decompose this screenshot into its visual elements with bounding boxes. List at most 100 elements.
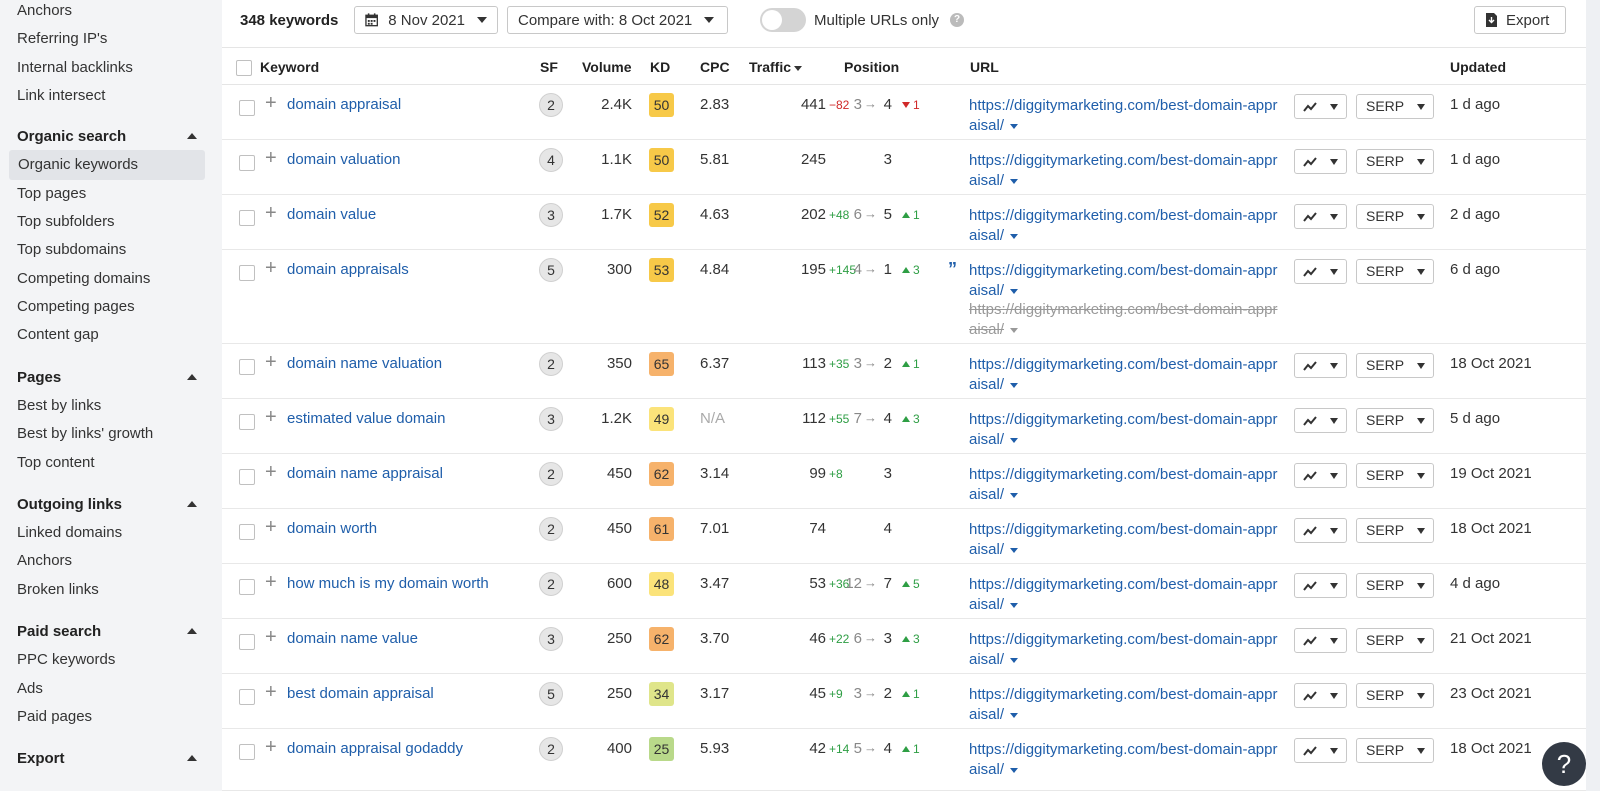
position-history-button[interactable]: [1294, 353, 1347, 378]
help-icon[interactable]: ?: [950, 13, 964, 27]
url-link[interactable]: https://diggitymarketing.com/best-domain…: [969, 96, 1279, 136]
serp-button[interactable]: SERP: [1356, 149, 1434, 174]
serp-features-badge[interactable]: 3: [539, 203, 563, 227]
chevron-down-icon[interactable]: [1010, 437, 1019, 443]
serp-button[interactable]: SERP: [1356, 204, 1434, 229]
row-checkbox[interactable]: [239, 155, 255, 171]
sidebar-item-competing-pages[interactable]: Competing pages: [17, 298, 135, 315]
position-history-button[interactable]: [1294, 683, 1347, 708]
add-to-list-icon[interactable]: +: [265, 572, 277, 592]
serp-button[interactable]: SERP: [1356, 738, 1434, 763]
serp-features-badge[interactable]: 4: [539, 148, 563, 172]
add-to-list-icon[interactable]: +: [265, 148, 277, 168]
keyword-link[interactable]: best domain appraisal: [287, 685, 434, 702]
serp-button[interactable]: SERP: [1356, 628, 1434, 653]
sidebar-item-best-by-links[interactable]: Best by links: [17, 397, 101, 414]
sidebar-item-top-content[interactable]: Top content: [17, 454, 95, 471]
serp-button[interactable]: SERP: [1356, 353, 1434, 378]
serp-button[interactable]: SERP: [1356, 259, 1434, 284]
sidebar-section-export[interactable]: Export: [17, 750, 197, 767]
keyword-link[interactable]: domain name appraisal: [287, 465, 443, 482]
sidebar-item-top-subfolders[interactable]: Top subfolders: [17, 213, 115, 230]
position-history-button[interactable]: [1294, 738, 1347, 763]
serp-features-badge[interactable]: 5: [539, 682, 563, 706]
position-history-button[interactable]: [1294, 573, 1347, 598]
serp-features-badge[interactable]: 2: [539, 462, 563, 486]
keyword-link[interactable]: domain appraisals: [287, 261, 409, 278]
multiple-urls-toggle[interactable]: [760, 8, 806, 32]
sidebar-item-top-pages[interactable]: Top pages: [17, 185, 86, 202]
keyword-link[interactable]: domain name valuation: [287, 355, 442, 372]
position-history-button[interactable]: [1294, 149, 1347, 174]
position-history-button[interactable]: [1294, 518, 1347, 543]
chevron-down-icon[interactable]: [1010, 123, 1019, 129]
row-checkbox[interactable]: [239, 210, 255, 226]
url-link[interactable]: https://diggitymarketing.com/best-domain…: [969, 355, 1279, 395]
position-history-button[interactable]: [1294, 94, 1347, 119]
keyword-link[interactable]: domain name value: [287, 630, 418, 647]
add-to-list-icon[interactable]: +: [265, 203, 277, 223]
serp-button[interactable]: SERP: [1356, 94, 1434, 119]
serp-button[interactable]: SERP: [1356, 573, 1434, 598]
chevron-down-icon[interactable]: [1010, 657, 1019, 663]
serp-features-badge[interactable]: 2: [539, 517, 563, 541]
serp-button[interactable]: SERP: [1356, 683, 1434, 708]
chevron-down-icon[interactable]: [1010, 327, 1019, 333]
sidebar-item-linked-domains[interactable]: Linked domains: [17, 524, 122, 541]
chevron-down-icon[interactable]: [1010, 712, 1019, 718]
keyword-link[interactable]: estimated value domain: [287, 410, 445, 427]
col-cpc[interactable]: CPC: [700, 59, 730, 75]
select-all-checkbox[interactable]: [236, 60, 252, 76]
row-checkbox[interactable]: [239, 579, 255, 595]
sidebar-item-best-by-links-growth[interactable]: Best by links' growth: [17, 425, 153, 442]
add-to-list-icon[interactable]: +: [265, 737, 277, 757]
sidebar-item-competing-domains[interactable]: Competing domains: [17, 270, 150, 287]
row-checkbox[interactable]: [239, 744, 255, 760]
url-link[interactable]: https://diggitymarketing.com/best-domain…: [969, 740, 1279, 780]
row-checkbox[interactable]: [239, 359, 255, 375]
row-checkbox[interactable]: [239, 100, 255, 116]
col-position[interactable]: Position: [844, 59, 899, 75]
date-picker[interactable]: 8 Nov 2021: [354, 6, 498, 34]
col-volume[interactable]: Volume: [582, 59, 632, 75]
url-link[interactable]: https://diggitymarketing.com/best-domain…: [969, 151, 1279, 191]
url-link[interactable]: https://diggitymarketing.com/best-domain…: [969, 410, 1279, 450]
previous-url-link[interactable]: https://diggitymarketing.com/best-domain…: [969, 300, 1279, 340]
sidebar-item-paid-pages[interactable]: Paid pages: [17, 708, 92, 725]
serp-features-badge[interactable]: 2: [539, 352, 563, 376]
add-to-list-icon[interactable]: +: [265, 352, 277, 372]
position-history-button[interactable]: [1294, 628, 1347, 653]
serp-features-badge[interactable]: 2: [539, 737, 563, 761]
url-link[interactable]: https://diggitymarketing.com/best-domain…: [969, 520, 1279, 560]
serp-button[interactable]: SERP: [1356, 408, 1434, 433]
sidebar-item-organic-keywords[interactable]: Organic keywords: [9, 149, 205, 180]
sidebar-section-outgoing-links[interactable]: Outgoing links: [17, 496, 197, 513]
sidebar-item-link-intersect[interactable]: Link intersect: [17, 87, 105, 104]
keyword-link[interactable]: domain appraisal godaddy: [287, 740, 463, 757]
keyword-link[interactable]: domain worth: [287, 520, 377, 537]
position-history-button[interactable]: [1294, 408, 1347, 433]
add-to-list-icon[interactable]: +: [265, 93, 277, 113]
chevron-down-icon[interactable]: [1010, 547, 1019, 553]
keyword-link[interactable]: domain appraisal: [287, 96, 401, 113]
sidebar-item-referring-ip-s[interactable]: Referring IP's: [17, 30, 107, 47]
serp-features-badge[interactable]: 2: [539, 572, 563, 596]
url-link[interactable]: https://diggitymarketing.com/best-domain…: [969, 575, 1279, 615]
chevron-down-icon[interactable]: [1010, 382, 1019, 388]
url-link[interactable]: https://diggitymarketing.com/best-domain…: [969, 465, 1279, 505]
col-keyword[interactable]: Keyword: [260, 59, 319, 75]
row-checkbox[interactable]: [239, 524, 255, 540]
url-link[interactable]: https://diggitymarketing.com/best-domain…: [969, 261, 1279, 301]
col-kd[interactable]: KD: [650, 59, 670, 75]
url-link[interactable]: https://diggitymarketing.com/best-domain…: [969, 685, 1279, 725]
keyword-link[interactable]: domain valuation: [287, 151, 400, 168]
chevron-down-icon[interactable]: [1010, 602, 1019, 608]
sidebar-section-pages[interactable]: Pages: [17, 369, 197, 386]
add-to-list-icon[interactable]: +: [265, 407, 277, 427]
col-sf[interactable]: SF: [540, 59, 558, 75]
sidebar-item-anchors[interactable]: Anchors: [17, 2, 72, 19]
chevron-down-icon[interactable]: [1010, 178, 1019, 184]
chevron-down-icon[interactable]: [1010, 492, 1019, 498]
url-link[interactable]: https://diggitymarketing.com/best-domain…: [969, 206, 1279, 246]
chevron-down-icon[interactable]: [1010, 767, 1019, 773]
